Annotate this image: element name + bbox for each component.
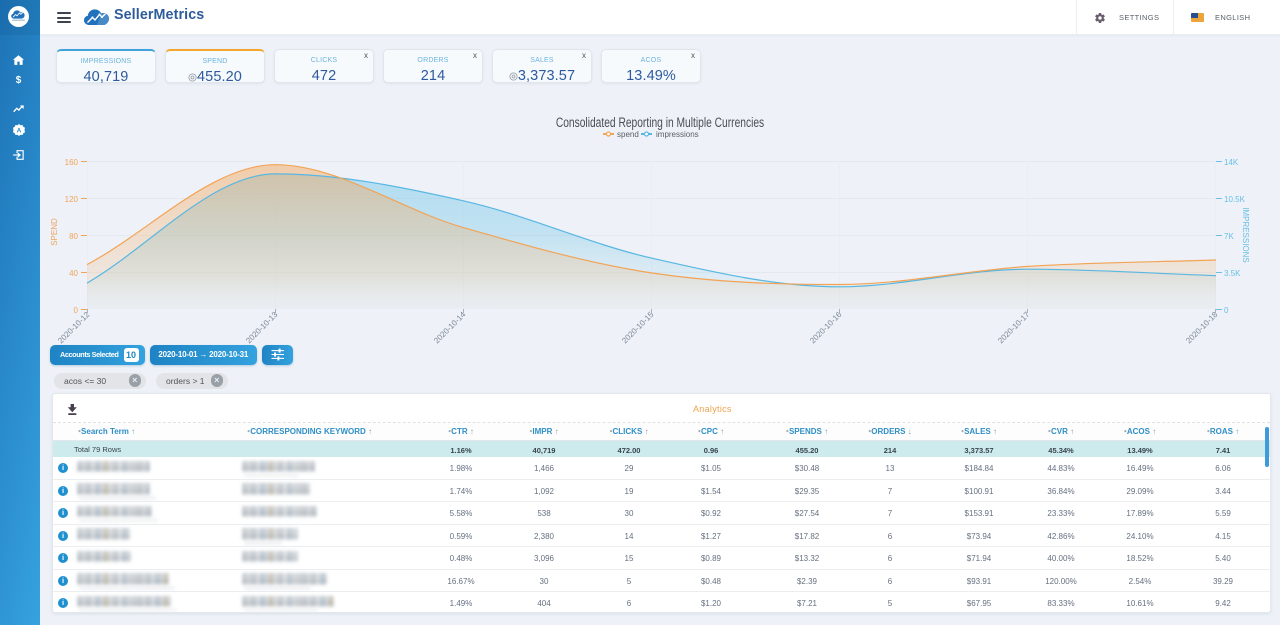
svg-text:0: 0 [1224,306,1229,315]
svg-text:2020-10-13: 2020-10-13 [244,310,280,346]
svg-text:spend: spend [617,130,639,139]
svg-text:10.5K: 10.5K [1224,195,1246,204]
svg-text:3.5K: 3.5K [1224,269,1241,278]
svg-text:160: 160 [65,158,79,167]
svg-text:A: A [16,127,21,134]
svg-text:0: 0 [74,306,79,315]
svg-text:IMPRESSIONS: IMPRESSIONS [1241,207,1250,263]
svg-text:80: 80 [69,232,78,241]
svg-text:2020-10-16: 2020-10-16 [808,310,844,346]
svg-text:120: 120 [65,195,79,204]
svg-text:2020-10-18: 2020-10-18 [1184,310,1220,346]
svg-text:2020-10-15: 2020-10-15 [620,310,656,346]
svg-text:2020-10-17: 2020-10-17 [996,310,1032,346]
svg-text:2020-10-12: 2020-10-12 [56,310,92,346]
svg-text:40: 40 [69,269,78,278]
svg-text:Consolidated Reporting in Mult: Consolidated Reporting in Multiple Curre… [556,115,764,131]
svg-text:14K: 14K [1224,158,1239,167]
svg-text:impressions: impressions [656,130,699,139]
svg-text:SPEND: SPEND [50,218,59,246]
svg-text:7K: 7K [1224,232,1234,241]
svg-text:2020-10-14: 2020-10-14 [432,310,468,346]
